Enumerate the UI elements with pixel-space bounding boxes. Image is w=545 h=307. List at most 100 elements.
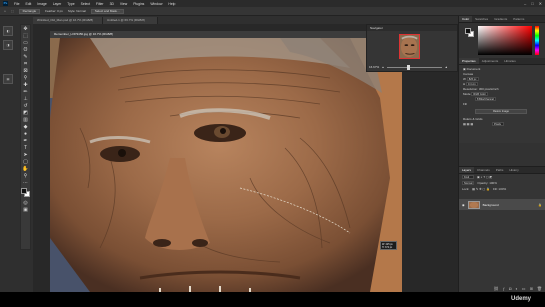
screen-mode-icon[interactable]: ▣ xyxy=(21,206,30,213)
mode-select[interactable]: RGB Color xyxy=(471,92,488,97)
more-tools-icon[interactable]: ⋯ xyxy=(21,179,30,186)
eraser-tool-icon[interactable]: ◩ xyxy=(21,109,30,116)
navigator-thumbnail[interactable] xyxy=(399,34,420,59)
menu-plugins[interactable]: Plugins xyxy=(133,2,144,6)
delete-layer-icon[interactable]: 🗑 xyxy=(537,286,542,291)
marquee-tool-icon[interactable]: ▭ xyxy=(21,39,30,46)
grid-icon[interactable]: ▦ ▦ ▦ xyxy=(463,122,473,126)
tab-adjustments[interactable]: Adjustments xyxy=(479,58,502,64)
close-icon[interactable]: ✕ xyxy=(539,1,542,6)
zoom-in-icon[interactable]: ▲ xyxy=(445,65,448,69)
hand-tool-icon[interactable]: ✋ xyxy=(21,165,30,172)
eyedropper-tool-icon[interactable]: ⚲ xyxy=(21,74,30,81)
filter-icons[interactable]: ▣ ◐ T ▢ ◩ xyxy=(477,175,492,179)
rectangle-tool-icon[interactable]: ▢ xyxy=(21,158,30,165)
feather-field[interactable]: Feather: 0 px xyxy=(45,9,63,13)
navigator-title[interactable]: Navigator xyxy=(367,25,457,31)
layer-name[interactable]: Background xyxy=(483,203,499,207)
zoom-tool-icon[interactable]: ⚲ xyxy=(21,172,30,179)
quick-select-tool-icon[interactable]: ✎ xyxy=(21,53,30,60)
portrait-photo[interactable] xyxy=(50,38,402,292)
tab-history[interactable]: History xyxy=(506,167,521,173)
tab-properties[interactable]: Properties xyxy=(459,58,479,64)
artboard-tool-icon[interactable]: ⬚ xyxy=(21,32,30,39)
depth-select[interactable]: 8 Bits/Channel xyxy=(475,97,496,102)
menu-file[interactable]: File xyxy=(14,2,19,6)
lasso-tool-icon[interactable]: ʘ xyxy=(21,46,30,53)
menu-edit[interactable]: Edit xyxy=(25,2,31,6)
tab-swatches[interactable]: Swatches xyxy=(472,16,491,22)
tab-document-1[interactable]: Wrinkled_Old_Man.psd @ 16.7% (RGB/8) xyxy=(33,17,103,24)
hue-slider[interactable] xyxy=(535,26,539,55)
menu-image[interactable]: Image xyxy=(37,2,46,6)
lock-icons[interactable]: ▦ ✎ ✥ ▢ 🔒 xyxy=(472,187,490,191)
foreground-color-swatch[interactable] xyxy=(465,28,471,34)
tab-color[interactable]: Color xyxy=(459,16,473,22)
eye-icon[interactable]: ◉ xyxy=(462,203,465,207)
add-mask-icon[interactable]: ◘ xyxy=(509,286,511,291)
zoom-out-icon[interactable]: ▴ xyxy=(382,65,384,69)
resize-image-button[interactable]: Resize Image xyxy=(475,109,527,114)
tab-layers[interactable]: Layers xyxy=(459,167,475,173)
color-field[interactable] xyxy=(478,26,532,55)
menu-help[interactable]: Help xyxy=(168,2,175,6)
selection-mode-select[interactable]: Rectangle xyxy=(18,8,41,14)
tab-gradients[interactable]: Gradients xyxy=(491,16,510,22)
crop-tool-icon[interactable]: ⌗ xyxy=(21,60,30,67)
height-input[interactable]: 0.4 cm xyxy=(466,82,479,87)
style-select[interactable]: Style: Normal xyxy=(68,9,86,13)
zoom-slider-knob[interactable] xyxy=(406,64,410,70)
select-and-mask-button[interactable]: Select and Mask... xyxy=(90,8,124,14)
layer-kind-filter[interactable]: Kind xyxy=(462,175,474,179)
fill-field[interactable]: Fill: 100% xyxy=(493,187,506,191)
tab-channels[interactable]: Channels xyxy=(474,167,493,173)
menu-select[interactable]: Select xyxy=(81,2,90,6)
brush-tool-icon[interactable]: ✏ xyxy=(21,88,30,95)
pen-tool-icon[interactable]: ✒ xyxy=(21,137,30,144)
navigator-zoom-value[interactable]: 16.67% xyxy=(369,65,379,69)
opacity-field[interactable]: Opacity: 100% xyxy=(477,181,497,185)
menu-filter[interactable]: Filter xyxy=(96,2,104,6)
tab-patterns[interactable]: Patterns xyxy=(510,16,527,22)
new-group-icon[interactable]: ▭ xyxy=(522,286,526,291)
grid-units-select[interactable]: Pixels xyxy=(492,122,505,127)
zoom-slider[interactable] xyxy=(386,64,442,70)
document-title[interactable]: Remember_LOP3450.jpg @ 16.7% (RGB/8) xyxy=(50,31,402,38)
dodge-tool-icon[interactable]: ● xyxy=(21,130,30,137)
menu-view[interactable]: View xyxy=(120,2,127,6)
history-brush-tool-icon[interactable]: ↺ xyxy=(21,102,30,109)
foreground-color-swatch[interactable] xyxy=(21,188,27,194)
move-tool-icon[interactable]: ✥ xyxy=(21,25,30,32)
link-layers-icon[interactable]: ⛓ xyxy=(494,286,499,291)
tab-document-2[interactable]: Untitled-1 @ 66.7% (RGB/8) xyxy=(103,17,158,24)
menu-window[interactable]: Window xyxy=(150,2,162,6)
blend-mode-select[interactable]: Normal xyxy=(462,181,475,185)
panel-toggle-button-3[interactable]: ▤ xyxy=(3,74,13,84)
quick-mask-icon[interactable]: ◎ xyxy=(21,199,30,206)
clone-stamp-tool-icon[interactable]: ⊥ xyxy=(21,95,30,102)
minimize-icon[interactable]: – xyxy=(524,1,526,6)
blur-tool-icon[interactable]: ◆ xyxy=(21,123,30,130)
new-layer-icon[interactable]: ⊞ xyxy=(530,286,533,291)
layer-thumbnail xyxy=(467,200,480,209)
panel-toggle-button[interactable]: ◧ xyxy=(3,26,13,36)
path-selection-tool-icon[interactable]: ➤ xyxy=(21,151,30,158)
healing-brush-tool-icon[interactable]: ✚ xyxy=(21,81,30,88)
frame-tool-icon[interactable]: ⊠ xyxy=(21,67,30,74)
maximize-icon[interactable]: □ xyxy=(531,1,533,6)
fx-icon[interactable]: ƒ xyxy=(503,286,505,291)
adjustment-layer-icon[interactable]: ◐ xyxy=(515,286,517,291)
tab-paths[interactable]: Paths xyxy=(493,167,507,173)
menu-type[interactable]: Type xyxy=(67,2,74,6)
tab-libraries[interactable]: Libraries xyxy=(501,58,519,64)
menu-3d[interactable]: 3D xyxy=(110,2,114,6)
home-icon[interactable]: ⌂ xyxy=(4,9,6,13)
type-tool-icon[interactable]: T xyxy=(21,144,30,151)
marquee-tool-icon[interactable]: ⬚ xyxy=(11,9,14,13)
menu-layer[interactable]: Layer xyxy=(53,2,61,6)
panel-toggle-button-2[interactable]: ◨ xyxy=(3,40,13,50)
width-input[interactable]: 826 px xyxy=(466,77,479,82)
gradient-tool-icon[interactable]: ▥ xyxy=(21,116,30,123)
layer-item-background[interactable]: ◉ Background 🔒 xyxy=(459,199,545,210)
color-swatches[interactable] xyxy=(21,188,30,197)
